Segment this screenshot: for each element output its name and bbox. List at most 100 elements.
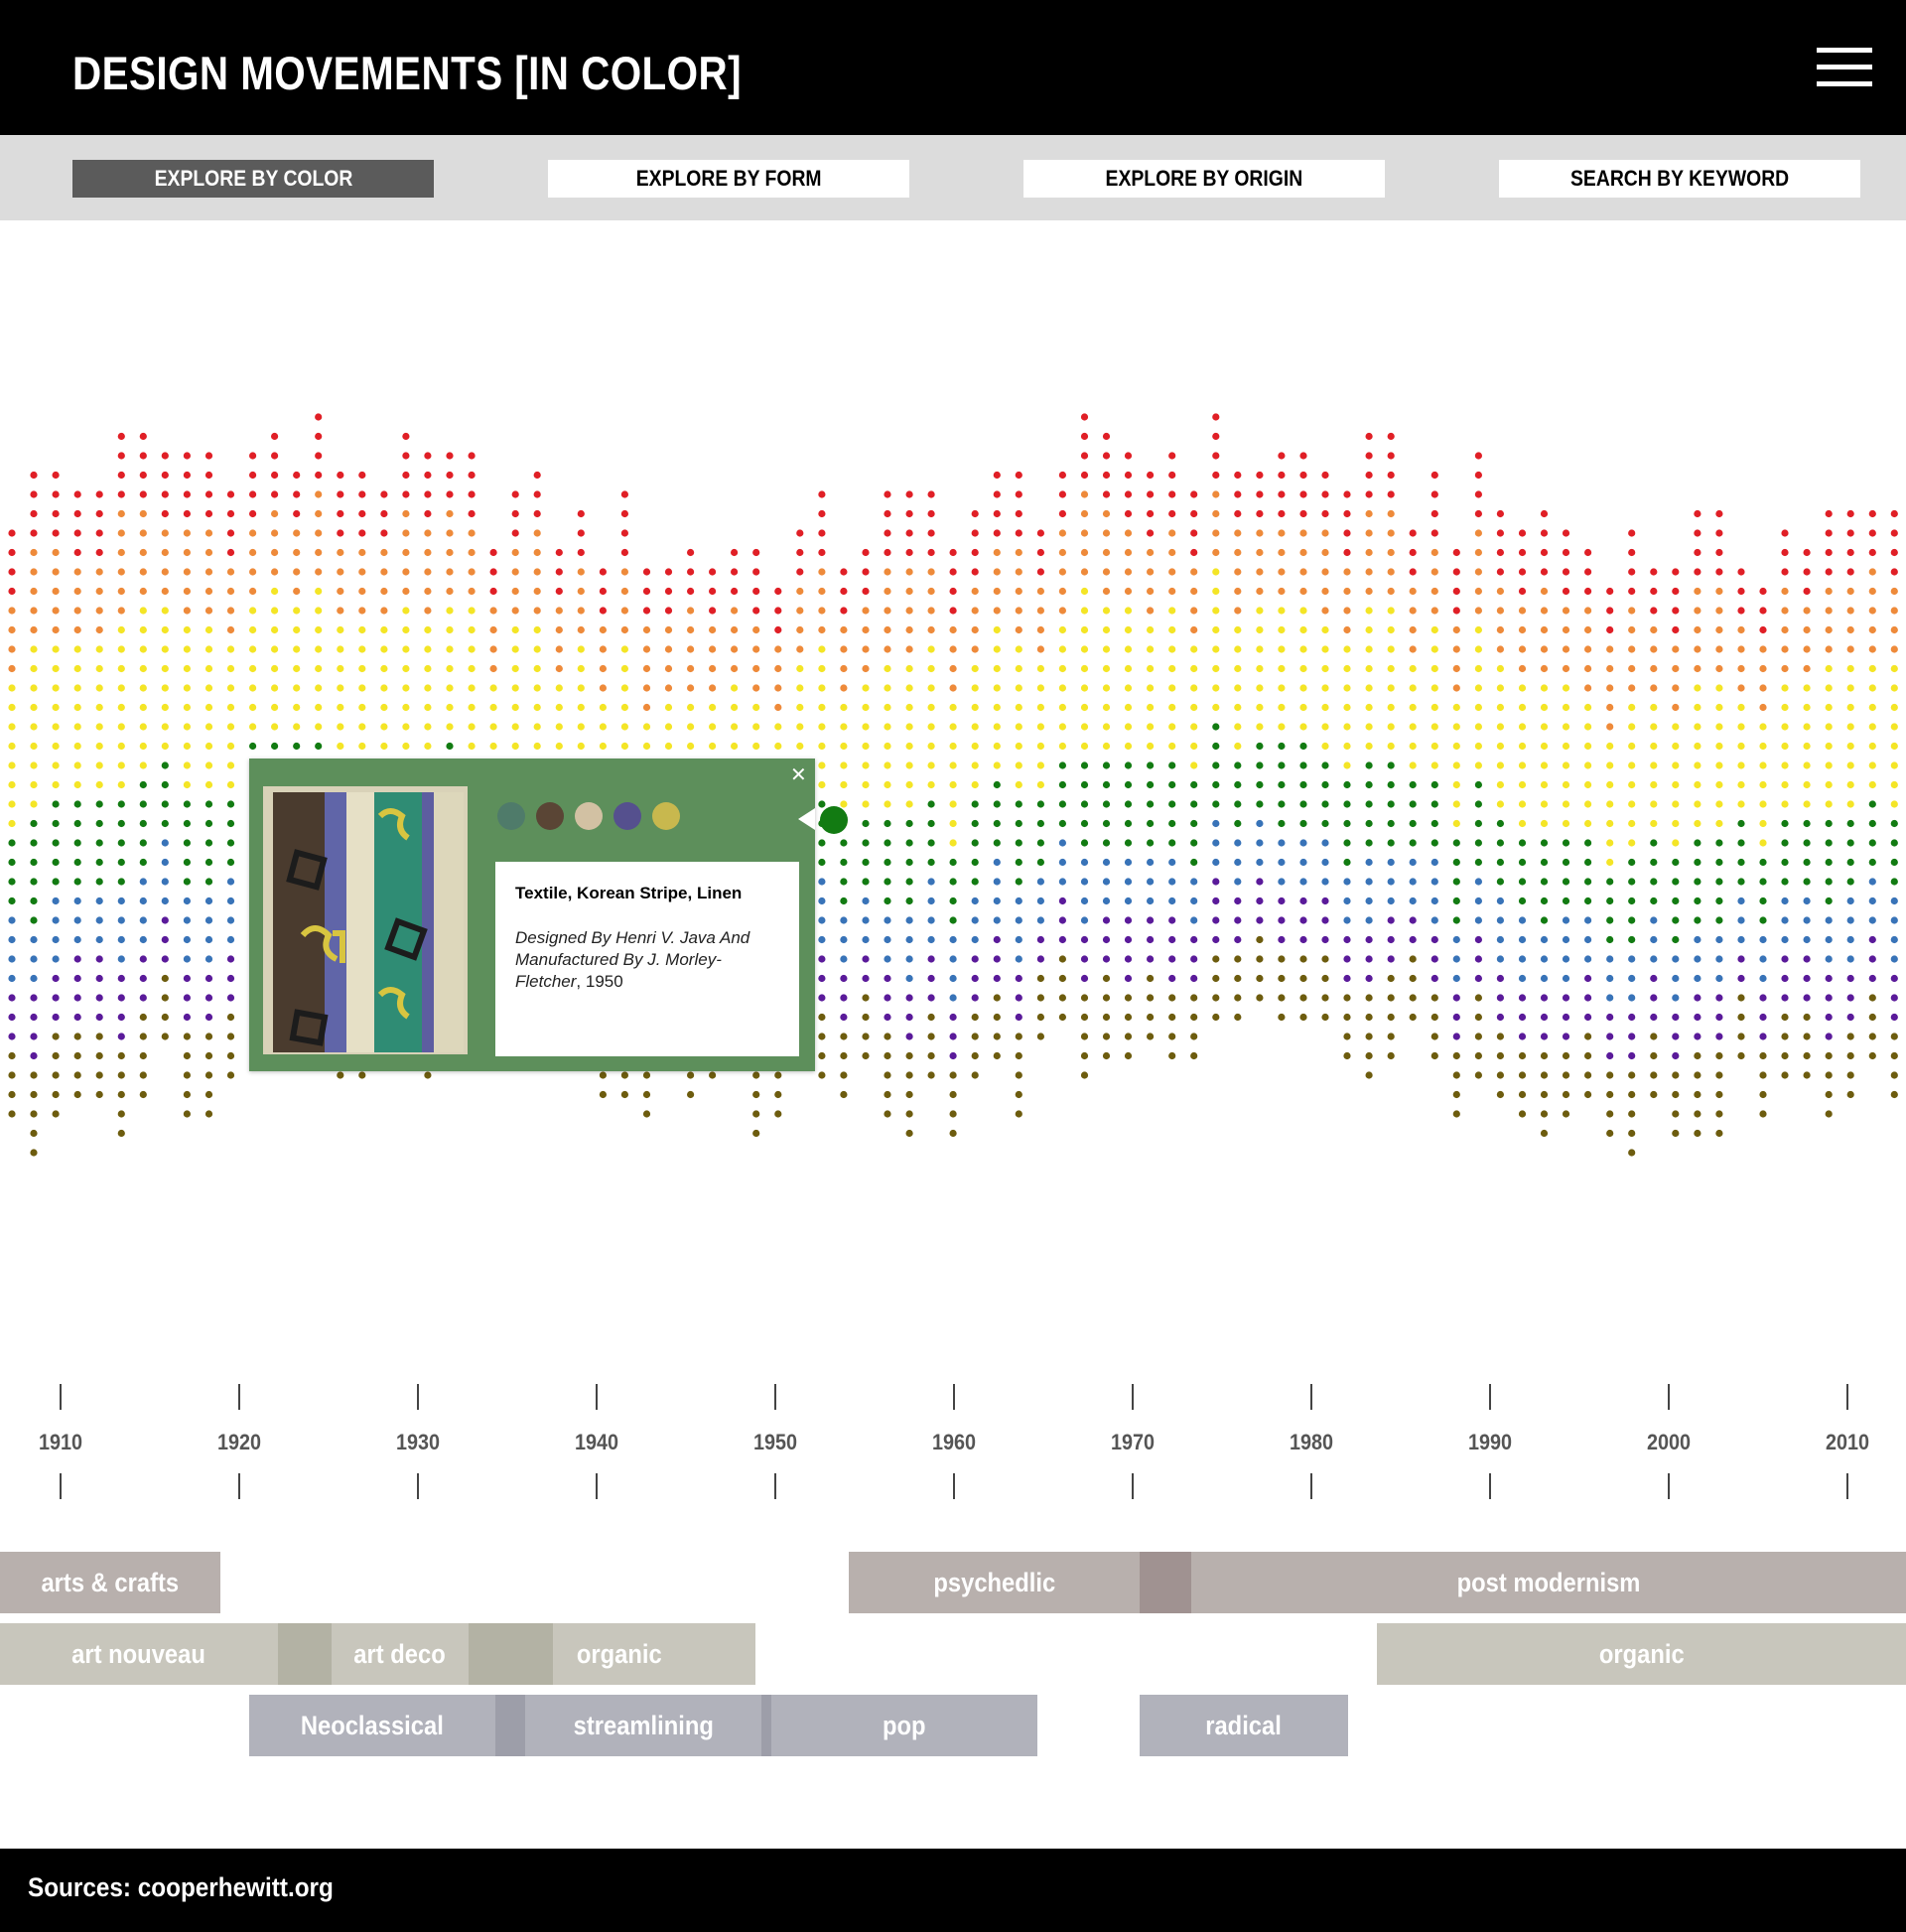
color-dot[interactable] [599, 742, 608, 751]
color-dot[interactable] [1518, 839, 1527, 847]
color-dot[interactable] [1278, 607, 1286, 615]
color-dot[interactable] [1102, 780, 1111, 789]
color-dot[interactable] [1190, 780, 1198, 789]
color-dot[interactable] [1628, 761, 1636, 769]
color-dot[interactable] [1672, 955, 1680, 963]
color-dot[interactable] [1715, 761, 1723, 769]
color-dot[interactable] [1409, 839, 1417, 847]
color-dot[interactable] [1825, 568, 1833, 576]
color-dot[interactable] [1650, 935, 1658, 944]
color-dot[interactable] [1365, 587, 1373, 596]
color-dot[interactable] [52, 723, 60, 731]
color-dot[interactable] [1387, 742, 1395, 751]
color-dot[interactable] [1890, 1051, 1898, 1060]
color-dot[interactable] [1212, 432, 1220, 441]
color-dot[interactable] [117, 916, 125, 924]
color-dot[interactable] [1584, 780, 1592, 789]
color-dot[interactable] [1015, 1013, 1022, 1022]
color-dot[interactable] [1387, 625, 1395, 634]
color-dot[interactable] [1234, 878, 1242, 886]
color-dot[interactable] [183, 955, 191, 963]
color-dot[interactable] [884, 780, 891, 789]
color-dot[interactable] [949, 645, 957, 653]
color-dot[interactable] [1015, 897, 1022, 905]
color-dot[interactable] [204, 568, 213, 576]
color-dot[interactable] [1343, 664, 1351, 673]
color-dot[interactable] [1518, 1071, 1527, 1079]
color-dot[interactable] [1562, 1051, 1570, 1060]
color-dot[interactable] [1190, 800, 1198, 808]
color-dot[interactable] [183, 839, 191, 847]
color-dot[interactable] [1256, 742, 1264, 751]
color-dot[interactable] [8, 839, 16, 847]
color-dot[interactable] [862, 974, 870, 983]
movement-post-modernism[interactable]: post modernism [1191, 1552, 1906, 1613]
color-dot[interactable] [905, 878, 913, 886]
color-dot[interactable] [1124, 625, 1133, 634]
color-dot[interactable] [993, 878, 1001, 886]
color-dot[interactable] [840, 723, 848, 731]
color-dot[interactable] [1452, 839, 1460, 847]
color-dot[interactable] [1803, 568, 1811, 576]
color-dot[interactable] [818, 568, 826, 576]
color-dot[interactable] [599, 703, 608, 712]
color-dot[interactable] [905, 1071, 913, 1079]
color-dot[interactable] [752, 1110, 760, 1118]
color-dot[interactable] [533, 607, 541, 615]
color-dot[interactable] [1058, 742, 1066, 751]
color-dot[interactable] [1759, 780, 1767, 789]
color-dot[interactable] [183, 529, 191, 537]
color-dot[interactable] [52, 1033, 60, 1040]
color-dot[interactable] [731, 607, 739, 615]
color-dot[interactable] [424, 509, 432, 518]
color-dot[interactable] [1781, 703, 1789, 712]
color-dot[interactable] [1321, 625, 1329, 634]
color-dot[interactable] [687, 625, 695, 634]
color-dot[interactable] [226, 800, 235, 808]
color-dot[interactable] [139, 897, 147, 905]
color-dot[interactable] [1256, 471, 1264, 480]
color-dot[interactable] [1212, 452, 1220, 460]
color-dot[interactable] [752, 1071, 760, 1079]
color-dot[interactable] [1694, 1071, 1702, 1079]
color-dot[interactable] [949, 723, 957, 731]
color-dot[interactable] [1650, 955, 1658, 963]
color-dot[interactable] [1409, 587, 1417, 596]
color-dot[interactable] [489, 684, 497, 692]
color-dot[interactable] [380, 490, 388, 498]
color-dot[interactable] [424, 490, 432, 498]
color-dot[interactable] [358, 548, 366, 557]
color-dot[interactable] [555, 587, 563, 596]
color-dot[interactable] [95, 625, 103, 634]
color-dot[interactable] [687, 664, 695, 673]
color-dot[interactable] [73, 819, 81, 828]
color-dot[interactable] [1321, 780, 1329, 789]
color-dot[interactable] [1409, 878, 1417, 886]
color-dot[interactable] [161, 897, 169, 905]
color-dot[interactable] [1387, 607, 1395, 615]
color-dot[interactable] [1299, 974, 1307, 983]
color-dot[interactable] [620, 509, 629, 518]
color-dot[interactable] [1562, 974, 1570, 983]
color-dot[interactable] [1759, 800, 1767, 808]
color-dot[interactable] [1562, 935, 1570, 944]
color-dot[interactable] [884, 529, 891, 537]
color-dot[interactable] [1299, 916, 1307, 924]
color-dot[interactable] [52, 955, 60, 963]
color-dot[interactable] [1343, 839, 1351, 847]
color-dot[interactable] [1540, 684, 1549, 692]
color-dot[interactable] [358, 742, 366, 751]
color-dot[interactable] [1496, 529, 1504, 537]
color-dot[interactable] [1628, 858, 1636, 867]
color-dot[interactable] [840, 1051, 848, 1060]
color-dot[interactable] [337, 490, 344, 498]
color-dot[interactable] [1890, 529, 1898, 537]
color-dot[interactable] [1868, 819, 1876, 828]
color-dot[interactable] [1562, 742, 1570, 751]
color-dot[interactable] [1321, 471, 1329, 480]
color-dot[interactable] [1256, 878, 1264, 886]
color-dot[interactable] [1102, 1013, 1111, 1022]
color-dot[interactable] [577, 568, 585, 576]
color-dot[interactable] [862, 897, 870, 905]
color-dot[interactable] [927, 625, 935, 634]
